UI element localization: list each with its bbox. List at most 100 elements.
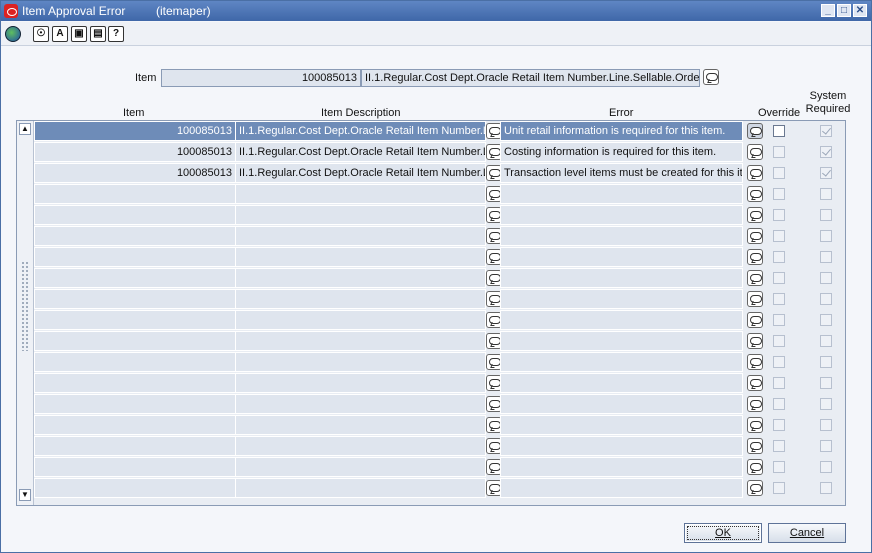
error-cell[interactable] xyxy=(500,310,743,330)
override-checkbox[interactable] xyxy=(773,419,785,431)
item-cell[interactable] xyxy=(34,478,236,498)
override-checkbox[interactable] xyxy=(773,335,785,347)
close-button[interactable]: ✕ xyxy=(853,4,867,17)
error-cell[interactable] xyxy=(500,478,743,498)
question-icon[interactable]: ? xyxy=(108,26,124,42)
override-checkbox[interactable] xyxy=(773,125,785,137)
error-comment-icon[interactable] xyxy=(747,312,763,328)
item-cell[interactable] xyxy=(34,205,236,225)
description-cell[interactable]: II.1.Regular.Cost Dept.Oracle Retail Ite… xyxy=(235,121,486,141)
description-cell[interactable]: II.1.Regular.Cost Dept.Oracle Retail Ite… xyxy=(235,163,486,183)
description-cell[interactable] xyxy=(235,247,486,267)
table-row[interactable]: 100085013 II.1.Regular.Cost Dept.Oracle R… xyxy=(34,142,846,163)
table-row[interactable] xyxy=(34,226,846,247)
table-row[interactable] xyxy=(34,310,846,331)
error-cell[interactable] xyxy=(500,205,743,225)
description-comment-button[interactable] xyxy=(703,69,719,85)
table-row[interactable] xyxy=(34,331,846,352)
description-cell[interactable] xyxy=(235,310,486,330)
override-checkbox[interactable] xyxy=(773,209,785,221)
error-cell[interactable] xyxy=(500,331,743,351)
description-cell[interactable] xyxy=(235,436,486,456)
override-checkbox[interactable] xyxy=(773,461,785,473)
table-row[interactable] xyxy=(34,205,846,226)
error-comment-icon[interactable] xyxy=(747,438,763,454)
error-cell[interactable] xyxy=(500,436,743,456)
error-cell[interactable] xyxy=(500,289,743,309)
item-cell[interactable] xyxy=(34,331,236,351)
item-cell[interactable]: 100085013 xyxy=(34,142,236,162)
description-cell[interactable]: II.1.Regular.Cost Dept.Oracle Retail Ite… xyxy=(235,142,486,162)
error-cell[interactable] xyxy=(500,415,743,435)
error-cell[interactable]: Transaction level items must be created … xyxy=(500,163,743,183)
cancel-button[interactable]: Cancel xyxy=(768,523,846,543)
override-checkbox[interactable] xyxy=(773,167,785,179)
description-cell[interactable] xyxy=(235,205,486,225)
error-comment-icon[interactable] xyxy=(747,249,763,265)
description-cell[interactable] xyxy=(235,226,486,246)
item-cell[interactable] xyxy=(34,352,236,372)
item-cell[interactable] xyxy=(34,457,236,477)
error-comment-icon[interactable] xyxy=(747,417,763,433)
override-checkbox[interactable] xyxy=(773,356,785,368)
aa-icon[interactable]: A xyxy=(52,26,68,42)
error-cell[interactable]: Costing information is required for this… xyxy=(500,142,743,162)
description-cell[interactable] xyxy=(235,289,486,309)
scroll-down-icon[interactable]: ▼ xyxy=(19,489,31,501)
maximize-button[interactable]: □ xyxy=(837,4,851,17)
scroll-grip[interactable] xyxy=(21,261,29,351)
error-comment-icon[interactable] xyxy=(747,396,763,412)
item-cell[interactable] xyxy=(34,247,236,267)
error-comment-icon[interactable] xyxy=(747,165,763,181)
print-icon[interactable]: ▤ xyxy=(90,26,106,42)
error-comment-icon[interactable] xyxy=(747,207,763,223)
item-cell[interactable] xyxy=(34,289,236,309)
scroll-up-icon[interactable]: ▲ xyxy=(19,123,31,135)
error-comment-icon[interactable] xyxy=(747,354,763,370)
item-cell[interactable] xyxy=(34,226,236,246)
table-row[interactable] xyxy=(34,415,846,436)
item-cell[interactable] xyxy=(34,268,236,288)
table-row[interactable] xyxy=(34,289,846,310)
help-icon[interactable]: ☉ xyxy=(33,26,49,42)
item-number-field[interactable]: 100085013 xyxy=(161,69,361,87)
item-description-field[interactable]: II.1.Regular.Cost Dept.Oracle Retail Ite… xyxy=(361,69,700,87)
error-comment-icon[interactable] xyxy=(747,186,763,202)
description-cell[interactable] xyxy=(235,331,486,351)
table-row[interactable]: 100085013 II.1.Regular.Cost Dept.Oracle R… xyxy=(34,121,846,142)
description-cell[interactable] xyxy=(235,478,486,498)
error-comment-icon[interactable] xyxy=(747,270,763,286)
description-cell[interactable] xyxy=(235,415,486,435)
vertical-scrollbar[interactable]: ▲ ▼ xyxy=(17,121,34,505)
minimize-button[interactable]: _ xyxy=(821,4,835,17)
ok-button[interactable]: OK xyxy=(684,523,762,543)
table-row[interactable] xyxy=(34,268,846,289)
error-comment-icon[interactable] xyxy=(747,144,763,160)
table-row[interactable] xyxy=(34,457,846,478)
description-cell[interactable] xyxy=(235,457,486,477)
error-cell[interactable] xyxy=(500,247,743,267)
description-cell[interactable] xyxy=(235,373,486,393)
error-comment-icon[interactable] xyxy=(747,459,763,475)
error-cell[interactable] xyxy=(500,226,743,246)
table-row[interactable] xyxy=(34,436,846,457)
error-comment-icon[interactable] xyxy=(747,291,763,307)
override-checkbox[interactable] xyxy=(773,146,785,158)
item-cell[interactable] xyxy=(34,415,236,435)
override-checkbox[interactable] xyxy=(773,398,785,410)
item-cell[interactable] xyxy=(34,394,236,414)
error-cell[interactable] xyxy=(500,457,743,477)
table-row[interactable] xyxy=(34,394,846,415)
globe-icon[interactable] xyxy=(5,26,21,42)
error-comment-icon[interactable] xyxy=(747,333,763,349)
override-checkbox[interactable] xyxy=(773,188,785,200)
item-cell[interactable] xyxy=(34,310,236,330)
error-cell[interactable] xyxy=(500,184,743,204)
table-row[interactable] xyxy=(34,247,846,268)
override-checkbox[interactable] xyxy=(773,377,785,389)
table-row[interactable] xyxy=(34,478,846,499)
error-comment-icon[interactable] xyxy=(747,480,763,496)
error-comment-icon[interactable] xyxy=(747,228,763,244)
item-cell[interactable] xyxy=(34,436,236,456)
table-row[interactable] xyxy=(34,184,846,205)
